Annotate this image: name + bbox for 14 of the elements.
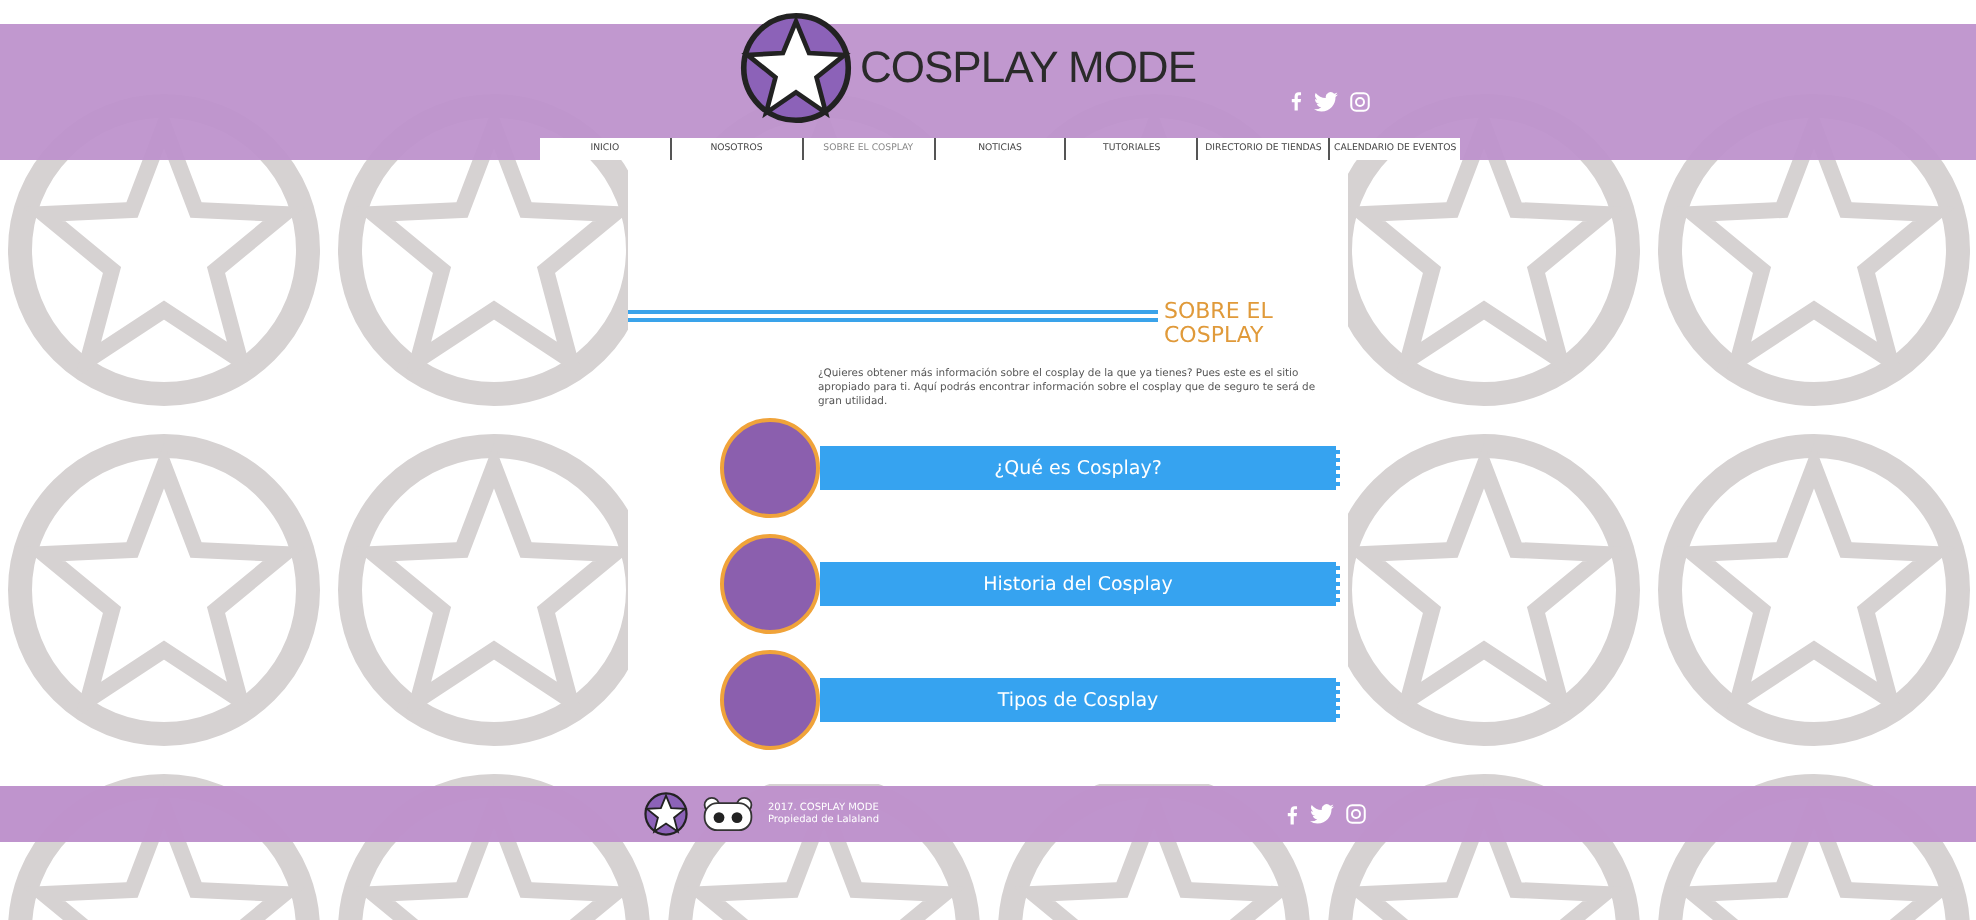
twitter-icon[interactable]: [1310, 804, 1334, 824]
section-title: SOBRE EL COSPLAY: [1164, 300, 1275, 348]
star-logo-icon: [739, 12, 852, 124]
instagram-icon[interactable]: [1350, 91, 1370, 111]
site-title: COSPLAY MODE: [859, 42, 1196, 94]
illustration-placeholder: [720, 650, 820, 750]
instagram-icon[interactable]: [1346, 804, 1366, 824]
illustration-placeholder: [720, 534, 820, 634]
illustration-placeholder: [720, 418, 820, 518]
panda-face-icon: [700, 796, 756, 832]
facebook-icon[interactable]: [1290, 90, 1302, 112]
twitter-icon[interactable]: [1314, 91, 1338, 111]
facebook-icon[interactable]: [1286, 803, 1298, 825]
star-logo-icon: [644, 792, 688, 836]
